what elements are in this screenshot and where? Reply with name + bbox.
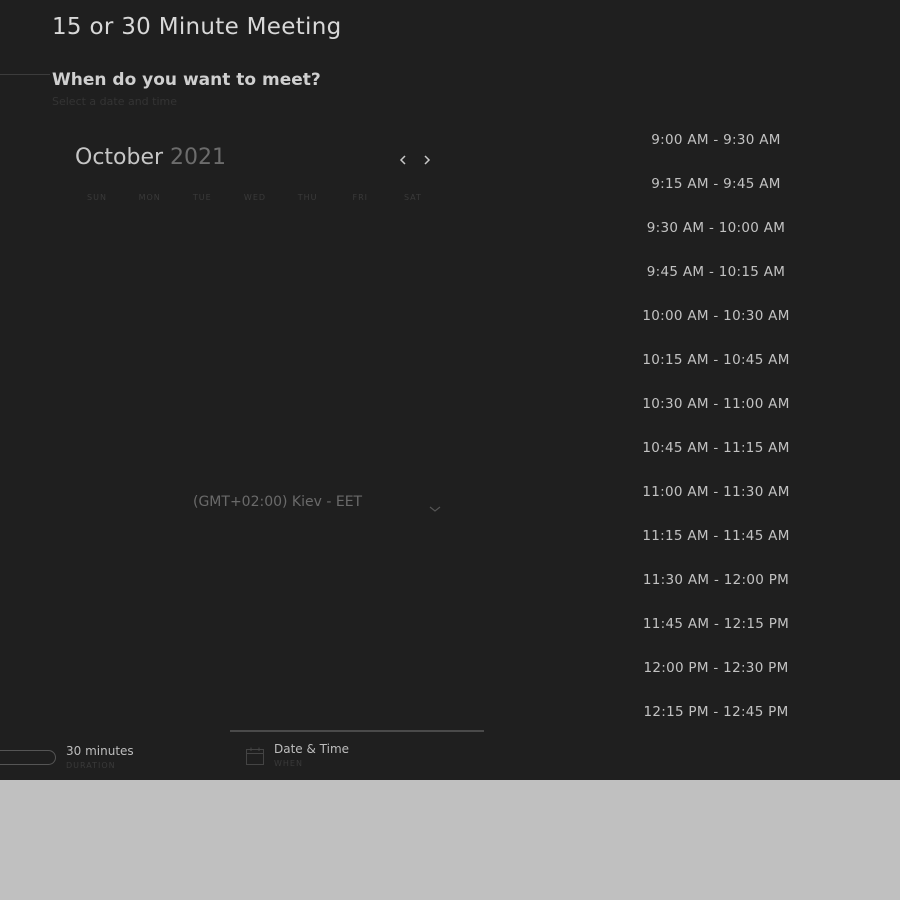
calendar-icon — [245, 746, 265, 766]
weekday-label: MON — [138, 193, 161, 202]
time-slot-button[interactable]: 10:15 AM - 10:45 AM — [612, 348, 820, 372]
prev-month-button[interactable] — [396, 152, 410, 168]
time-slot-button[interactable]: 11:30 AM - 12:00 PM — [612, 568, 820, 592]
time-slot-button[interactable]: 9:00 AM - 9:30 AM — [612, 128, 820, 152]
time-slot-button[interactable]: 9:30 AM - 10:00 AM — [612, 216, 820, 240]
weekday-label: WED — [243, 193, 267, 202]
date-time-step-label[interactable]: Date & Time — [274, 742, 349, 756]
active-step-indicator — [230, 730, 484, 732]
chevron-right-icon — [424, 155, 431, 165]
time-slot-button[interactable]: 10:30 AM - 11:00 AM — [612, 392, 820, 416]
chevron-down-icon — [429, 506, 441, 512]
weekday-header: SUN MON TUE WED THU FRI SAT — [75, 193, 435, 202]
timezone-select[interactable]: (GMT+02:00) Kiev - EET — [193, 494, 362, 510]
header-divider — [0, 74, 50, 75]
meeting-title: 15 or 30 Minute Meeting — [52, 14, 342, 40]
duration-step-indicator — [0, 750, 56, 765]
weekday-label: TUE — [192, 193, 212, 202]
chevron-left-icon — [399, 155, 406, 165]
next-month-button[interactable] — [420, 152, 434, 168]
time-slot-list: 9:00 AM - 9:30 AM 9:15 AM - 9:45 AM 9:30… — [612, 128, 820, 724]
time-slot-button[interactable]: 9:15 AM - 9:45 AM — [612, 172, 820, 196]
timezone-dropdown-toggle[interactable] — [428, 499, 442, 512]
duration-step-sub: DURATION — [66, 761, 116, 770]
duration-step-label[interactable]: 30 minutes — [66, 744, 134, 758]
time-slot-button[interactable]: 11:15 AM - 11:45 AM — [612, 524, 820, 548]
calendar-month-year: October 2021 — [75, 145, 226, 170]
weekday-label: FRI — [352, 193, 369, 202]
date-time-step-sub: WHEN — [274, 759, 303, 768]
time-slot-button[interactable]: 12:00 PM - 12:30 PM — [612, 656, 820, 680]
time-slot-button[interactable]: 9:45 AM - 10:15 AM — [612, 260, 820, 284]
time-slot-button[interactable]: 10:00 AM - 10:30 AM — [612, 304, 820, 328]
time-slot-button[interactable]: 12:15 PM - 12:45 PM — [612, 700, 820, 724]
time-slot-button[interactable]: 11:00 AM - 11:30 AM — [612, 480, 820, 504]
calendar-year: 2021 — [170, 145, 227, 170]
time-slot-button[interactable]: 11:45 AM - 12:15 PM — [612, 612, 820, 636]
weekday-label: SAT — [403, 193, 422, 202]
weekday-label: THU — [297, 193, 318, 202]
prompt-question: When do you want to meet? — [52, 70, 321, 90]
calendar-month: October — [75, 145, 164, 170]
weekday-label: SUN — [87, 193, 107, 202]
time-slot-button[interactable]: 10:45 AM - 11:15 AM — [612, 436, 820, 460]
scheduler-panel: 15 or 30 Minute Meeting When do you want… — [0, 0, 900, 780]
prompt-subtext: Select a date and time — [52, 95, 178, 108]
